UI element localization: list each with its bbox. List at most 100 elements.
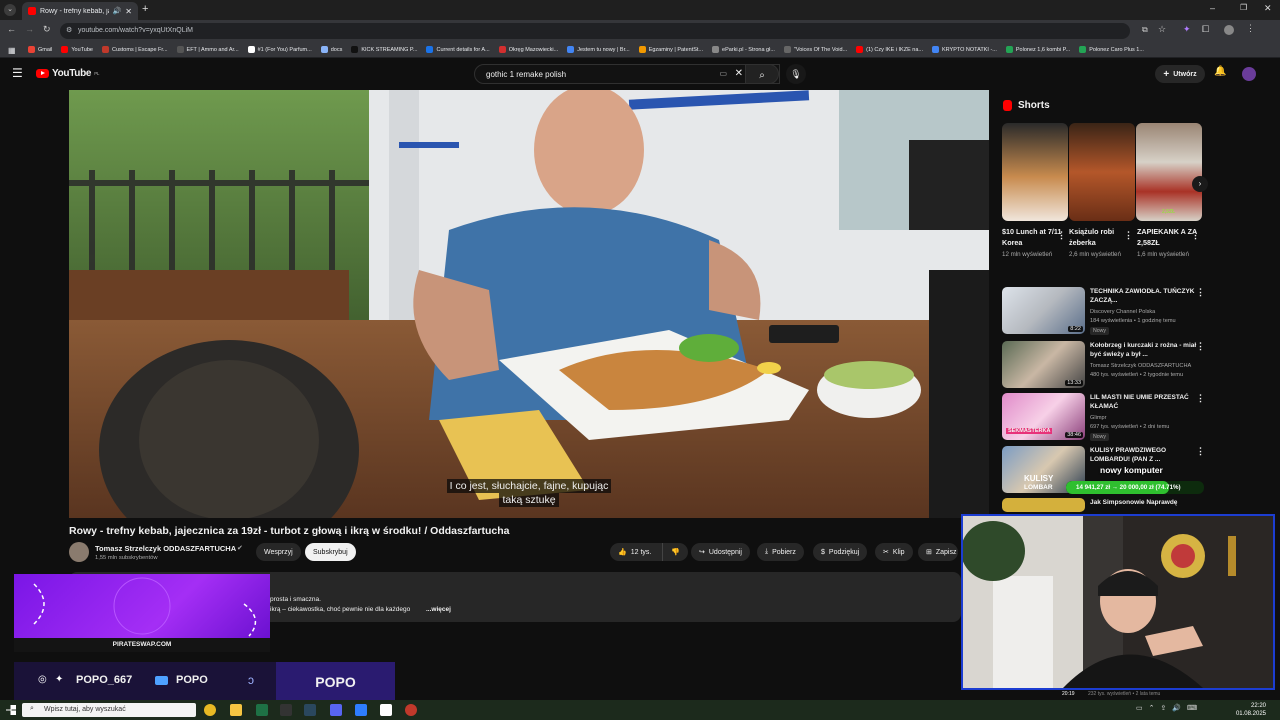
sponsor-card: PIRATESWAP.COM bbox=[14, 574, 270, 652]
join-button[interactable]: Wesprzyj bbox=[256, 543, 301, 561]
bookmark-item[interactable]: YouTube bbox=[61, 46, 93, 53]
keyboard-icon[interactable]: ▭ bbox=[719, 69, 727, 78]
recommended-video[interactable]: Jak Simpsonowie Naprawdę bbox=[1002, 498, 1272, 514]
taskbar-clock[interactable]: 22:20 01.08.2025 bbox=[1236, 702, 1266, 718]
clip-button[interactable]: ✂ Klip bbox=[875, 543, 913, 561]
save-button[interactable]: ⊞ Zapisz bbox=[918, 543, 958, 561]
discord-icon[interactable] bbox=[330, 704, 342, 716]
bookmark-item[interactable]: Gmail bbox=[28, 46, 52, 53]
video-menu-icon[interactable]: ⋮ bbox=[1196, 393, 1205, 404]
extension-icon[interactable]: ✦ bbox=[1183, 24, 1191, 35]
excel-icon[interactable] bbox=[256, 704, 268, 716]
short-menu-icon[interactable]: ⋮ bbox=[1057, 230, 1066, 241]
address-bar[interactable]: ⚙ youtube.com/watch?v=yxqUtXnQLiM bbox=[60, 23, 1130, 39]
subscribe-button[interactable]: Subskrybuj bbox=[305, 543, 356, 561]
apps-grid-icon[interactable]: ▦ bbox=[8, 46, 16, 55]
hamburger-menu-icon[interactable]: ☰ bbox=[12, 66, 23, 80]
bookmark-item[interactable]: EFT | Ammo and Ar... bbox=[176, 46, 239, 53]
thanks-button[interactable]: $ Podziękuj bbox=[813, 543, 868, 561]
file-explorer-icon[interactable] bbox=[230, 704, 242, 716]
like-button[interactable]: 👍 12 tys. bbox=[610, 543, 662, 561]
recommended-video[interactable]: SEKMASTERKA 38:46 LIL MASTI NIE UMIE PRZ… bbox=[1002, 393, 1272, 441]
bookmark-item[interactable]: #1 (For You) Parfum... bbox=[247, 46, 312, 53]
maximize-window-icon[interactable]: ❐ bbox=[1240, 3, 1247, 12]
clear-search-icon[interactable]: ✕ bbox=[735, 68, 743, 79]
browser-tab-active[interactable]: Rowy - trefny kebab, jajeczn 🔊 ✕ bbox=[22, 2, 138, 20]
short-menu-icon[interactable]: ⋮ bbox=[1124, 230, 1133, 241]
steam-icon[interactable] bbox=[304, 704, 316, 716]
download-button[interactable]: ⤓ Pobierz bbox=[757, 543, 804, 561]
back-icon[interactable]: ← bbox=[7, 24, 16, 34]
site-info-icon[interactable]: ⚙ bbox=[66, 26, 72, 34]
channel-name[interactable]: Tomasz Strzelczyk ODDASZFARTUCHA bbox=[95, 544, 236, 553]
youtube-logo[interactable]: YouTube PL bbox=[36, 68, 99, 79]
channel-avatar[interactable] bbox=[69, 542, 89, 562]
video-title: Rowy - trefny kebab, jajecznica za 19zł … bbox=[69, 525, 510, 537]
short-title[interactable]: Książulo robi żeberka bbox=[1069, 226, 1131, 248]
notifications-bell-icon[interactable]: 🔔 bbox=[1214, 66, 1226, 77]
short-thumbnail[interactable] bbox=[1069, 123, 1135, 221]
video-player[interactable]: I co jest, słuchajcie, fajne, kupując ta… bbox=[69, 90, 989, 518]
voice-search-button[interactable]: 🎙 bbox=[786, 64, 806, 84]
video-subtitle-line-2: taką sztukę bbox=[69, 493, 989, 507]
profile-icon[interactable] bbox=[1224, 25, 1234, 35]
bookmark-item[interactable]: KICK STREAMING P... bbox=[351, 46, 417, 53]
windows-start-icon[interactable] bbox=[6, 705, 16, 715]
bookmark-item[interactable]: "Voices Of The Void... bbox=[783, 46, 847, 53]
short-thumbnail[interactable] bbox=[1002, 123, 1068, 221]
extensions-puzzle-icon[interactable]: ⧠ bbox=[1202, 24, 1209, 35]
bookmark-item[interactable]: docs bbox=[320, 46, 342, 53]
share-button[interactable]: ↪ Udostępnij bbox=[691, 543, 750, 561]
new-tab-button[interactable]: + bbox=[142, 3, 148, 15]
short-thumbnail[interactable]: 2,5ZŁ bbox=[1136, 123, 1202, 221]
bookmark-item[interactable]: eParki.pl - Strona gł... bbox=[712, 46, 775, 53]
video-meta: 697 tys. wyświetleń • 2 dni temu bbox=[1090, 424, 1170, 430]
media-icon[interactable] bbox=[355, 704, 367, 716]
show-more-link[interactable]: ...więcej bbox=[426, 606, 451, 613]
short-title[interactable]: ZAPIEKANK A ZA 2,58ZŁ bbox=[1137, 226, 1199, 248]
bookmark-item[interactable]: Polonez 1,6 kombi P... bbox=[1005, 46, 1070, 53]
bookmark-item[interactable]: Current details for A... bbox=[426, 46, 490, 53]
create-button[interactable]: + Utwórz bbox=[1155, 65, 1205, 83]
menu-kebab-icon[interactable]: ⋮ bbox=[1246, 23, 1255, 34]
bookmark-item[interactable]: Egzaminy | PatentSt... bbox=[638, 46, 703, 53]
video-menu-icon[interactable]: ⋮ bbox=[1196, 287, 1205, 298]
notepad-icon[interactable] bbox=[380, 704, 392, 716]
bookmark-item[interactable]: Customs | Escape Fr... bbox=[102, 46, 168, 53]
short-title[interactable]: $10 Lunch at 7/11 Korea bbox=[1002, 226, 1064, 248]
system-tray-icons[interactable]: ▭⌃⇪🔊⌨ bbox=[1136, 704, 1203, 712]
taskbar-search-input[interactable]: ⌕ Wpisz tutaj, aby wyszukać bbox=[22, 703, 196, 717]
bookmark-item[interactable]: Okręg Mazowiecki... bbox=[498, 46, 558, 53]
close-window-icon[interactable]: ✕ bbox=[1264, 3, 1272, 14]
search-input[interactable]: gothic 1 remake polish ▭ ✕ bbox=[474, 64, 780, 84]
minimize-window-icon[interactable]: – bbox=[1210, 3, 1215, 13]
short-menu-icon[interactable]: ⋮ bbox=[1191, 230, 1200, 241]
bookmark-item[interactable]: KRYPTO NOTATKI -... bbox=[931, 46, 997, 53]
thumbnail-caption: SEKMASTERKA bbox=[1006, 428, 1053, 434]
brand-name: POPO bbox=[315, 674, 356, 690]
bookmark-star-icon[interactable]: ☆ bbox=[1158, 24, 1166, 35]
forward-icon[interactable]: → bbox=[25, 24, 34, 34]
obs-icon[interactable] bbox=[405, 704, 417, 716]
dislike-button[interactable]: 👎 bbox=[662, 543, 688, 561]
create-label: Utwórz bbox=[1173, 70, 1197, 78]
bookmark-item[interactable]: Polonez Caro Plus 1... bbox=[1079, 46, 1144, 53]
chrome-icon[interactable] bbox=[204, 704, 216, 716]
search-button[interactable]: ⌕ bbox=[745, 64, 779, 84]
recommended-video[interactable]: 8:22 TECHNIKA ZAWIODŁA. TUŃCZYK ZACZĄ...… bbox=[1002, 287, 1272, 335]
account-avatar[interactable] bbox=[1242, 67, 1256, 81]
tab-close-icon[interactable]: ✕ bbox=[125, 7, 132, 16]
video-menu-icon[interactable]: ⋮ bbox=[1196, 446, 1205, 457]
app-icon[interactable] bbox=[280, 704, 292, 716]
video-title: LIL MASTI NIE UMIE PRZESTAĆ KŁAMAĆ bbox=[1090, 394, 1189, 410]
reload-icon[interactable]: ↻ bbox=[43, 24, 51, 35]
bookmark-item[interactable]: Jestem tu nowy | Br... bbox=[567, 46, 630, 53]
recommended-video[interactable]: 13:33 Kołobrzeg i kurczaki z rożna - mia… bbox=[1002, 341, 1272, 389]
video-menu-icon[interactable]: ⋮ bbox=[1196, 341, 1205, 352]
tab-audio-icon[interactable]: 🔊 bbox=[113, 7, 122, 15]
cast-icon[interactable]: ⧉ bbox=[1142, 25, 1148, 35]
tab-search-button[interactable]: ⌄ bbox=[4, 4, 16, 16]
video-meta: 184 wyświetlenia • 1 godzinę temu bbox=[1090, 318, 1176, 324]
shorts-next-icon[interactable]: › bbox=[1192, 176, 1208, 192]
bookmark-item[interactable]: (1) Czy IKE i IKZE na... bbox=[856, 46, 923, 53]
